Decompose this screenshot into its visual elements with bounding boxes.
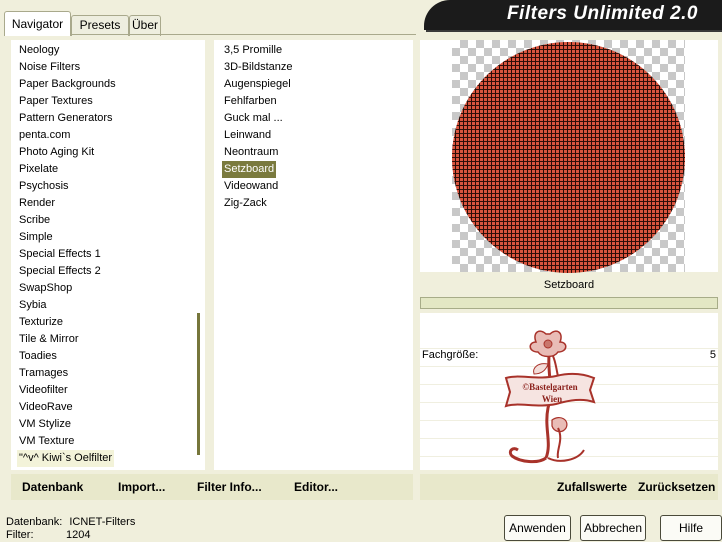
category-scrollbar[interactable] bbox=[197, 313, 200, 455]
category-item[interactable]: Paper Textures bbox=[17, 93, 95, 110]
title-banner: Filters Unlimited 2.0 bbox=[424, 0, 722, 30]
category-item[interactable]: Paper Backgrounds bbox=[17, 76, 118, 93]
category-item[interactable]: Videofilter bbox=[17, 382, 70, 399]
import-button[interactable]: Import... bbox=[118, 480, 165, 494]
bastelgarten-logo: ©Bastelgarten Wien bbox=[498, 328, 598, 468]
category-item[interactable]: Neology bbox=[17, 42, 61, 59]
category-item[interactable]: Special Effects 2 bbox=[17, 263, 103, 280]
status-database-label: Datenbank: bbox=[6, 516, 63, 528]
category-item[interactable]: SwapShop bbox=[17, 280, 74, 297]
category-item[interactable]: Tramages bbox=[17, 365, 70, 382]
category-item[interactable]: Psychosis bbox=[17, 178, 71, 195]
category-item[interactable]: Toadies bbox=[17, 348, 59, 365]
preview-grid-overlay bbox=[452, 42, 685, 273]
tab-navigator[interactable]: Navigator bbox=[4, 11, 71, 36]
banner-underline bbox=[426, 30, 722, 32]
category-item[interactable]: Pixelate bbox=[17, 161, 60, 178]
category-item-selected[interactable]: "^v^ Kiwi`s Oelfilter bbox=[17, 450, 115, 467]
filter-item[interactable]: Zig-Zack bbox=[222, 195, 269, 212]
logo-text-line1: ©Bastelgarten bbox=[522, 382, 577, 392]
app-title: Filters Unlimited 2.0 bbox=[506, 3, 698, 24]
help-button[interactable]: Hilfe bbox=[660, 515, 722, 541]
filter-item[interactable]: Videowand bbox=[222, 178, 280, 195]
category-item[interactable]: VM Stylize bbox=[17, 416, 73, 433]
preview-filter-name: Setzboard bbox=[543, 279, 595, 291]
status-filter: Filter: 1204 bbox=[6, 529, 90, 541]
filter-item[interactable]: Fehlfarben bbox=[222, 93, 279, 110]
filter-list[interactable]: 3,5 Promille 3D-Bildstanze Augenspiegel … bbox=[214, 40, 413, 470]
status-filter-label: Filter: bbox=[6, 529, 34, 541]
param-label-fachgroesse: Fachgröße: bbox=[422, 349, 479, 361]
category-item[interactable]: Texturize bbox=[17, 314, 65, 331]
category-item[interactable]: VM Texture bbox=[17, 433, 76, 450]
filter-item-selected[interactable]: Setzboard bbox=[222, 161, 277, 178]
category-item[interactable]: Render bbox=[17, 195, 57, 212]
filter-item[interactable]: 3D-Bildstanze bbox=[222, 59, 294, 76]
category-item[interactable]: Simple bbox=[17, 229, 55, 246]
tab-presets[interactable]: Presets bbox=[71, 15, 129, 36]
category-item[interactable]: Noise Filters bbox=[17, 59, 82, 76]
category-item[interactable]: VideoRave bbox=[17, 399, 75, 416]
filter-item[interactable]: Augenspiegel bbox=[222, 76, 293, 93]
category-item[interactable]: penta.com bbox=[17, 127, 72, 144]
category-item[interactable]: Scribe bbox=[17, 212, 52, 229]
filter-info-button[interactable]: Filter Info... bbox=[197, 480, 262, 494]
category-item[interactable]: Pattern Generators bbox=[17, 110, 115, 127]
reset-button[interactable]: Zurücksetzen bbox=[638, 480, 715, 494]
filter-item[interactable]: Neontraum bbox=[222, 144, 280, 161]
apply-button[interactable]: Anwenden bbox=[504, 515, 571, 541]
filter-item[interactable]: Guck mal ... bbox=[222, 110, 285, 127]
category-item[interactable]: Tile & Mirror bbox=[17, 331, 80, 348]
progress-bar bbox=[420, 297, 718, 309]
category-item[interactable]: Sybia bbox=[17, 297, 49, 314]
editor-button[interactable]: Editor... bbox=[294, 480, 338, 494]
cancel-button[interactable]: Abbrechen bbox=[580, 515, 646, 541]
filter-item[interactable]: 3,5 Promille bbox=[222, 42, 284, 59]
category-item[interactable]: Photo Aging Kit bbox=[17, 144, 96, 161]
filter-item[interactable]: Leinwand bbox=[222, 127, 273, 144]
database-button[interactable]: Datenbank bbox=[22, 480, 83, 494]
category-item[interactable]: Special Effects 1 bbox=[17, 246, 103, 263]
logo-text-line2: Wien bbox=[542, 394, 562, 404]
param-value-fachgroesse[interactable]: 5 bbox=[700, 349, 716, 361]
random-values-button[interactable]: Zufallswerte bbox=[557, 480, 627, 494]
tab-ueber[interactable]: Über bbox=[129, 15, 161, 36]
status-filter-value: 1204 bbox=[66, 529, 91, 541]
status-database-value: ICNET-Filters bbox=[69, 516, 136, 528]
status-database: Datenbank: ICNET-Filters bbox=[6, 516, 135, 528]
category-list[interactable]: Neology Noise Filters Paper Backgrounds … bbox=[11, 40, 205, 470]
